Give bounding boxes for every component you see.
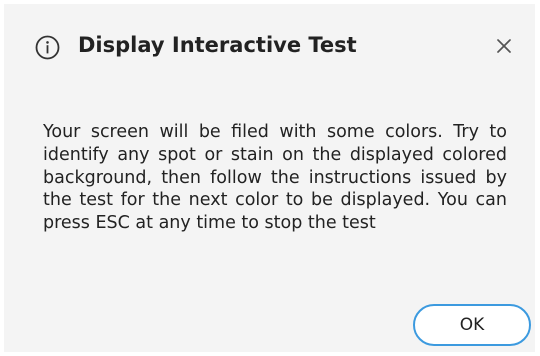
ok-button-label: OK [459, 315, 485, 335]
dialog-header: Display Interactive Test [4, 4, 535, 92]
info-icon [35, 35, 60, 60]
close-icon[interactable] [491, 33, 517, 59]
dialog-title: Display Interactive Test [78, 33, 357, 57]
ok-button[interactable]: OK [413, 304, 531, 346]
page: Display Interactive Test Your screen wil… [0, 0, 540, 356]
display-test-dialog: Display Interactive Test Your screen wil… [4, 4, 535, 352]
dialog-message: Your screen will be filed with some colo… [43, 122, 507, 234]
